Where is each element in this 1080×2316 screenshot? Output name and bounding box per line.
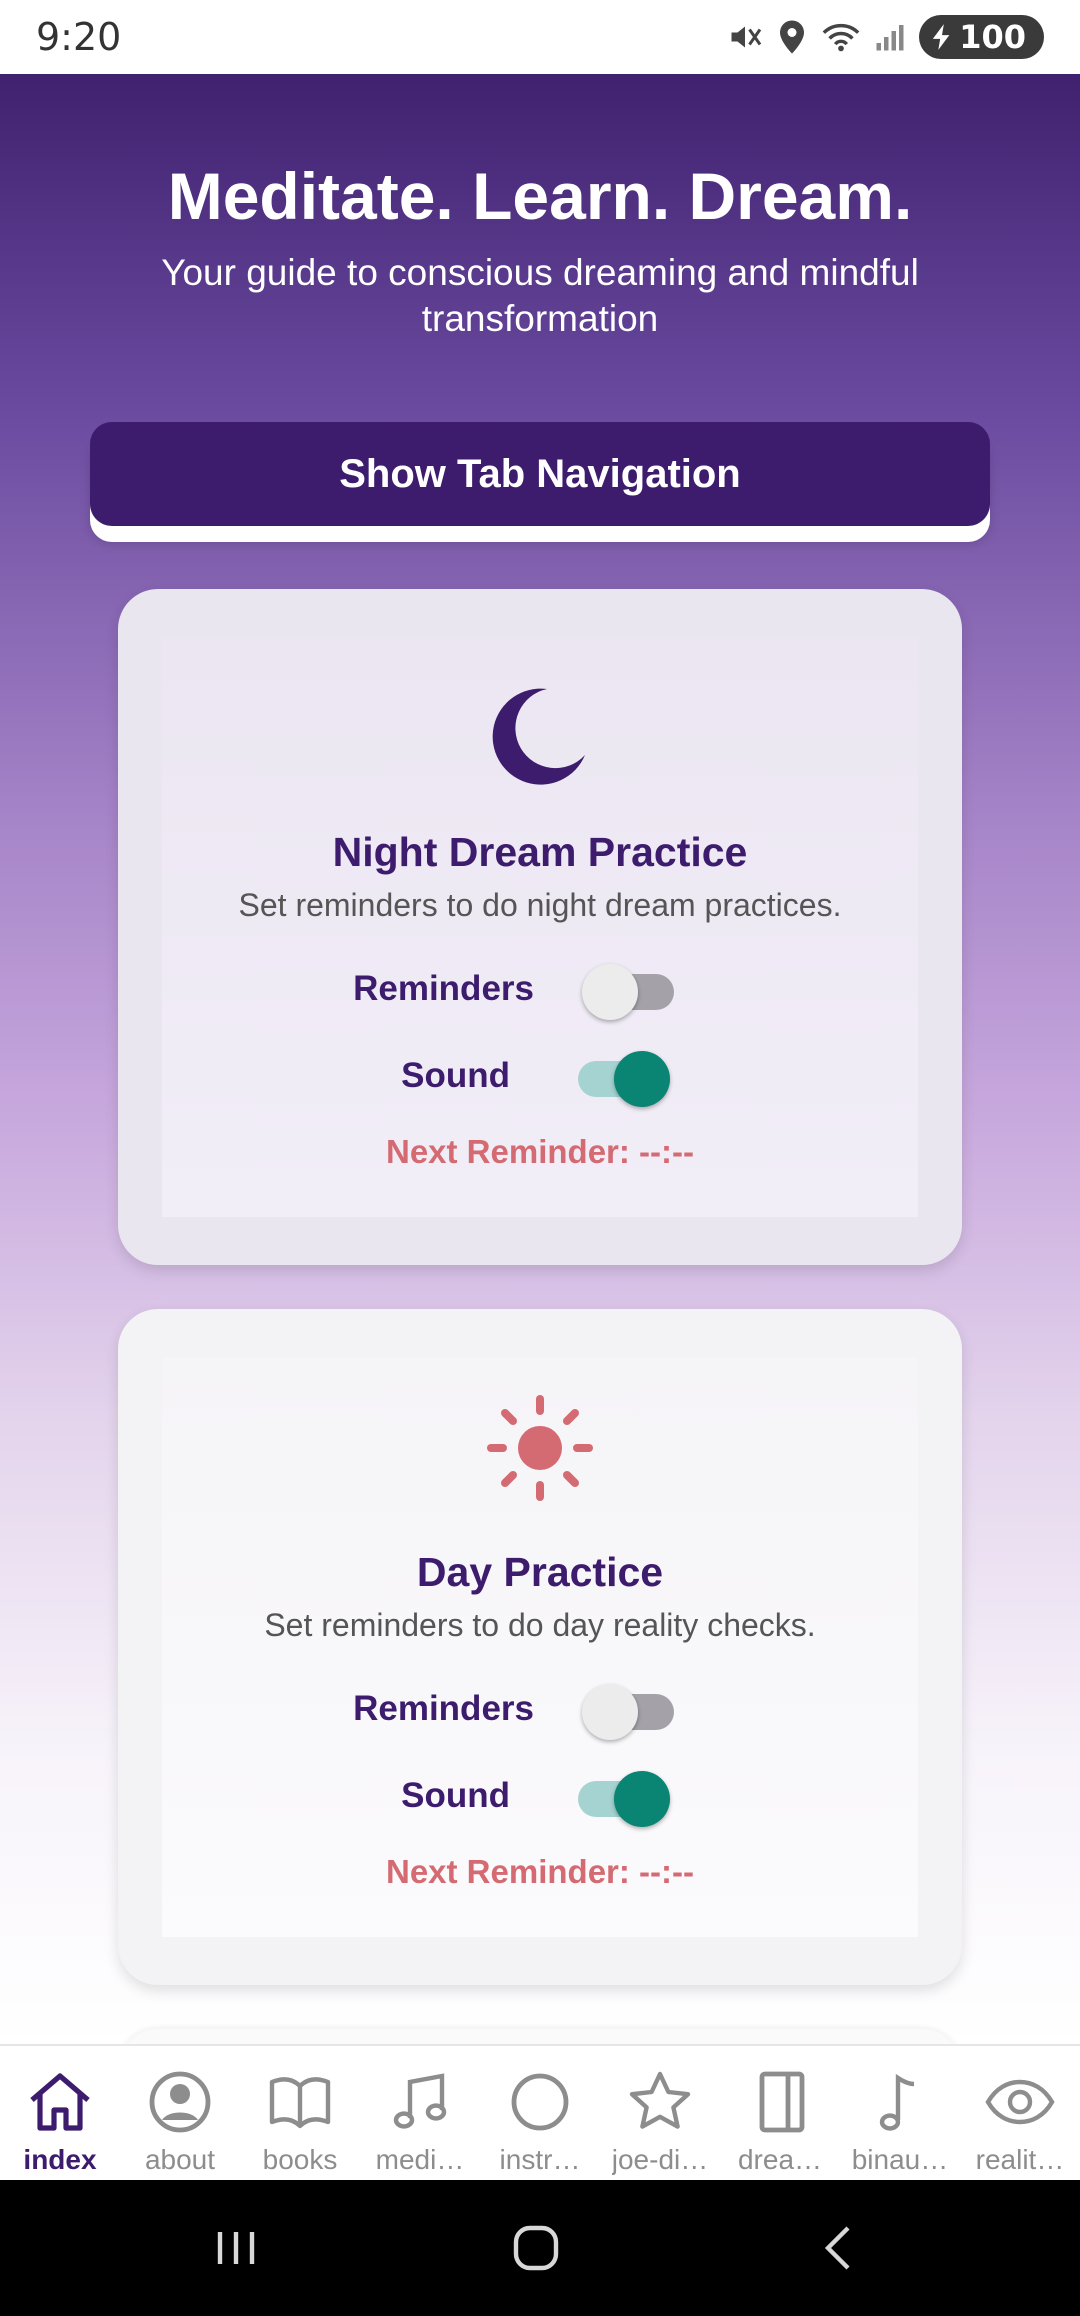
tab-label: about bbox=[144, 2144, 216, 2175]
tab-binaural[interactable]: binau… bbox=[840, 2046, 960, 2182]
sun-icon bbox=[485, 1393, 595, 1503]
home-icon bbox=[24, 2066, 96, 2138]
reminders-row: Reminders bbox=[162, 1682, 918, 1740]
star-icon bbox=[624, 2066, 696, 2138]
tab-instructions[interactable]: instr… bbox=[480, 2046, 600, 2182]
reminders-toggle[interactable] bbox=[582, 962, 682, 1020]
sound-toggle[interactable] bbox=[570, 1769, 670, 1827]
tab-dream-journal[interactable]: drea… bbox=[720, 2046, 840, 2182]
tab-label: instr… bbox=[499, 2144, 581, 2175]
signal-icon bbox=[875, 22, 905, 52]
eye-icon bbox=[984, 2066, 1056, 2138]
tab-label: books bbox=[262, 2144, 338, 2175]
book-icon bbox=[264, 2066, 336, 2138]
mute-icon bbox=[727, 19, 763, 55]
status-icons: 100 bbox=[727, 15, 1044, 59]
wifi-icon bbox=[821, 20, 861, 54]
music-notes-icon bbox=[384, 2066, 456, 2138]
main-content[interactable]: Meditate. Learn. Dream. Your guide to co… bbox=[0, 74, 1080, 2044]
card-title: Day Practice bbox=[416, 1549, 664, 1595]
tab-label: drea… bbox=[737, 2144, 823, 2175]
status-bar: 9:20 100 bbox=[0, 0, 1080, 74]
home-button-icon[interactable] bbox=[506, 2218, 566, 2283]
reminders-toggle[interactable] bbox=[582, 1682, 682, 1740]
battery-level: 100 bbox=[959, 18, 1026, 56]
sound-row: Sound bbox=[162, 1049, 918, 1107]
tab-label: binau… bbox=[851, 2144, 949, 2175]
back-icon[interactable] bbox=[810, 2218, 870, 2283]
card-title: Night Dream Practice bbox=[332, 829, 748, 875]
moon-icon bbox=[485, 677, 595, 787]
reminders-label: Reminders bbox=[353, 969, 534, 1008]
tab-index[interactable]: index bbox=[0, 2046, 120, 2182]
next-reminder: Next Reminder: --:-- bbox=[385, 1133, 694, 1170]
sound-toggle[interactable] bbox=[570, 1049, 670, 1107]
next-card-peek bbox=[118, 2029, 962, 2044]
music-note-icon bbox=[864, 2066, 936, 2138]
next-reminder: Next Reminder: --:-- bbox=[385, 1853, 694, 1890]
tab-books[interactable]: books bbox=[240, 2046, 360, 2182]
circle-icon bbox=[504, 2066, 576, 2138]
battery-icon: 100 bbox=[919, 15, 1044, 59]
sound-label: Sound bbox=[401, 1056, 510, 1095]
recents-icon[interactable] bbox=[206, 2218, 266, 2283]
sound-label: Sound bbox=[401, 1776, 510, 1815]
sound-row: Sound bbox=[162, 1769, 918, 1827]
tab-meditation[interactable]: medi… bbox=[360, 2046, 480, 2182]
system-navigation-bar bbox=[0, 2180, 1080, 2316]
tab-joe-dispenza[interactable]: joe-di… bbox=[600, 2046, 720, 2182]
page-subtitle: Your guide to conscious dreaming and min… bbox=[161, 252, 919, 339]
person-circle-icon bbox=[144, 2066, 216, 2138]
journal-icon bbox=[744, 2066, 816, 2138]
location-icon bbox=[777, 19, 807, 55]
tab-label: medi… bbox=[375, 2144, 465, 2175]
tab-about[interactable]: about bbox=[120, 2046, 240, 2182]
night-practice-card: Night Dream Practice Set reminders to do… bbox=[118, 589, 962, 1265]
reminders-label: Reminders bbox=[353, 1689, 534, 1728]
status-time: 9:20 bbox=[36, 15, 122, 59]
page-title: Meditate. Learn. Dream. bbox=[167, 159, 913, 233]
tab-reality[interactable]: realit… bbox=[960, 2046, 1080, 2182]
tab-label: realit… bbox=[975, 2144, 1065, 2175]
tab-label: joe-di… bbox=[611, 2144, 709, 2175]
show-tab-navigation-button[interactable]: Show Tab Navigation bbox=[90, 422, 990, 526]
bottom-tab-bar: index about books medi… instr… joe-di… d… bbox=[0, 2044, 1080, 2182]
reminders-row: Reminders bbox=[162, 962, 918, 1020]
day-practice-card: Day Practice Set reminders to do day rea… bbox=[118, 1309, 962, 1985]
card-description: Set reminders to do night dream practice… bbox=[238, 887, 842, 923]
card-description: Set reminders to do day reality checks. bbox=[264, 1607, 816, 1643]
tab-label: index bbox=[23, 2144, 97, 2175]
